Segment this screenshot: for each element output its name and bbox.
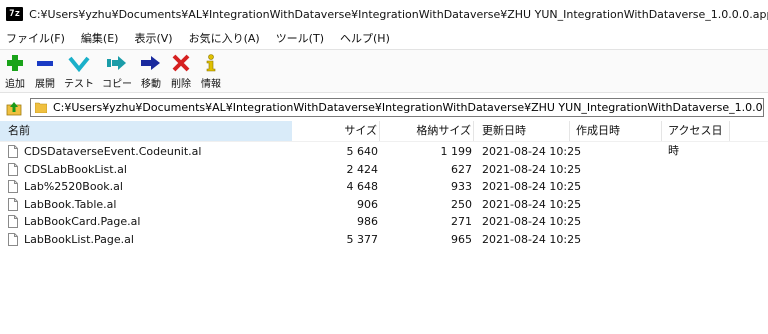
info-button[interactable]: 情報 (196, 50, 226, 90)
column-header-accessed[interactable]: アクセス日時 (662, 121, 730, 157)
folder-icon (34, 102, 48, 114)
column-header-created[interactable]: 作成日時 (570, 121, 662, 141)
file-icon (8, 162, 18, 176)
7zip-app-icon[interactable]: 7z (6, 7, 24, 21)
copy-arrow-icon (106, 52, 128, 74)
file-modified: 2021-08-24 10:25 (482, 162, 582, 176)
address-path: C:¥Users¥yzhu¥Documents¥AL¥IntegrationWi… (53, 101, 763, 114)
file-modified: 2021-08-24 10:25 (482, 215, 582, 228)
menu-view[interactable]: 表示(V) (126, 30, 180, 46)
column-header-modified[interactable]: 更新日時 (474, 121, 570, 141)
copy-label: コピー (102, 79, 132, 90)
file-modified: 2021-08-24 10:25 (482, 232, 582, 246)
toolbar: 追加 展開 テスト コピー 移動 削除 情報 (0, 49, 768, 93)
copy-button[interactable]: コピー (98, 50, 136, 90)
file-size: 5 377 (346, 232, 379, 246)
file-row[interactable]: LabBook.Table.al 906 250 2021-08-24 10:2… (0, 196, 768, 214)
info-label: 情報 (201, 79, 221, 90)
x-icon (170, 52, 192, 74)
test-button[interactable]: テスト (60, 50, 98, 90)
check-icon (68, 52, 90, 74)
move-button[interactable]: 移動 (136, 50, 166, 90)
file-name: Lab%2520Book.al (24, 180, 123, 193)
address-bar: C:¥Users¥yzhu¥Documents¥AL¥IntegrationWi… (0, 96, 768, 120)
file-modified: 2021-08-24 10:25 (482, 197, 582, 211)
file-modified: 2021-08-24 10:25 (482, 145, 582, 158)
file-icon (8, 232, 18, 246)
info-icon (200, 52, 222, 74)
file-name: LabBookCard.Page.al (24, 215, 141, 228)
up-arrow-icon (6, 102, 22, 116)
file-row[interactable]: LabBookList.Page.al 5 377 965 2021-08-24… (0, 231, 768, 249)
column-header-packed-size[interactable]: 格納サイズ (380, 121, 474, 141)
file-icon (8, 145, 18, 159)
window-title: C:¥Users¥yzhu¥Documents¥AL¥IntegrationWi… (29, 7, 768, 21)
move-arrow-icon (140, 52, 162, 74)
address-input[interactable]: C:¥Users¥yzhu¥Documents¥AL¥IntegrationWi… (30, 98, 764, 117)
extract-button[interactable]: 展開 (30, 50, 60, 90)
menu-file[interactable]: ファイル(F) (0, 30, 73, 46)
file-name: LabBookList.Page.al (24, 232, 134, 246)
file-modified: 2021-08-24 10:25 (482, 180, 582, 193)
file-icon (8, 180, 18, 194)
column-header-name[interactable]: 名前 (0, 121, 292, 141)
test-label: テスト (64, 79, 94, 90)
file-packed-size: 933 (451, 180, 472, 193)
file-size: 906 (357, 197, 378, 211)
menu-help[interactable]: ヘルプ(H) (332, 30, 398, 46)
file-size: 2 424 (346, 162, 379, 176)
file-icon (8, 197, 18, 211)
column-header-size[interactable]: サイズ (292, 121, 380, 141)
file-name: CDSLabBookList.al (24, 162, 127, 176)
file-row[interactable]: Lab%2520Book.al 4 648 933 2021-08-24 10:… (0, 178, 768, 196)
plus-icon (4, 52, 26, 74)
file-packed-size: 627 (451, 162, 472, 176)
file-packed-size: 250 (451, 197, 472, 211)
add-button[interactable]: 追加 (0, 50, 30, 90)
file-row[interactable]: LabBookCard.Page.al 986 271 2021-08-24 1… (0, 213, 768, 231)
file-size: 5 640 (346, 145, 379, 158)
file-packed-size: 271 (451, 215, 472, 228)
menu-tools[interactable]: ツール(T) (268, 30, 332, 46)
file-size: 4 648 (346, 180, 379, 193)
up-folder-button[interactable] (4, 98, 24, 118)
extract-label: 展開 (35, 79, 55, 90)
delete-button[interactable]: 削除 (166, 50, 196, 90)
file-icon (8, 215, 18, 229)
file-list: CDSDataverseEvent.Codeunit.al 5 640 1 19… (0, 143, 768, 248)
move-label: 移動 (141, 79, 161, 90)
menu-edit[interactable]: 編集(E) (73, 30, 127, 46)
minus-icon (34, 52, 56, 74)
title-bar: 7z C:¥Users¥yzhu¥Documents¥AL¥Integratio… (0, 0, 768, 28)
file-size: 986 (357, 215, 378, 228)
file-name: CDSDataverseEvent.Codeunit.al (24, 145, 202, 158)
file-name: LabBook.Table.al (24, 197, 117, 211)
file-list-header: 名前 サイズ 格納サイズ 更新日時 作成日時 アクセス日時 (0, 121, 768, 157)
delete-label: 削除 (171, 79, 191, 90)
add-label: 追加 (5, 79, 25, 90)
file-row[interactable]: CDSLabBookList.al 2 424 627 2021-08-24 1… (0, 161, 768, 179)
file-row[interactable]: CDSDataverseEvent.Codeunit.al 5 640 1 19… (0, 143, 768, 161)
menu-favorites[interactable]: お気に入り(A) (181, 30, 268, 46)
file-packed-size: 1 199 (440, 145, 473, 158)
menu-bar: ファイル(F) 編集(E) 表示(V) お気に入り(A) ツール(T) ヘルプ(… (0, 28, 768, 47)
file-packed-size: 965 (451, 232, 472, 246)
